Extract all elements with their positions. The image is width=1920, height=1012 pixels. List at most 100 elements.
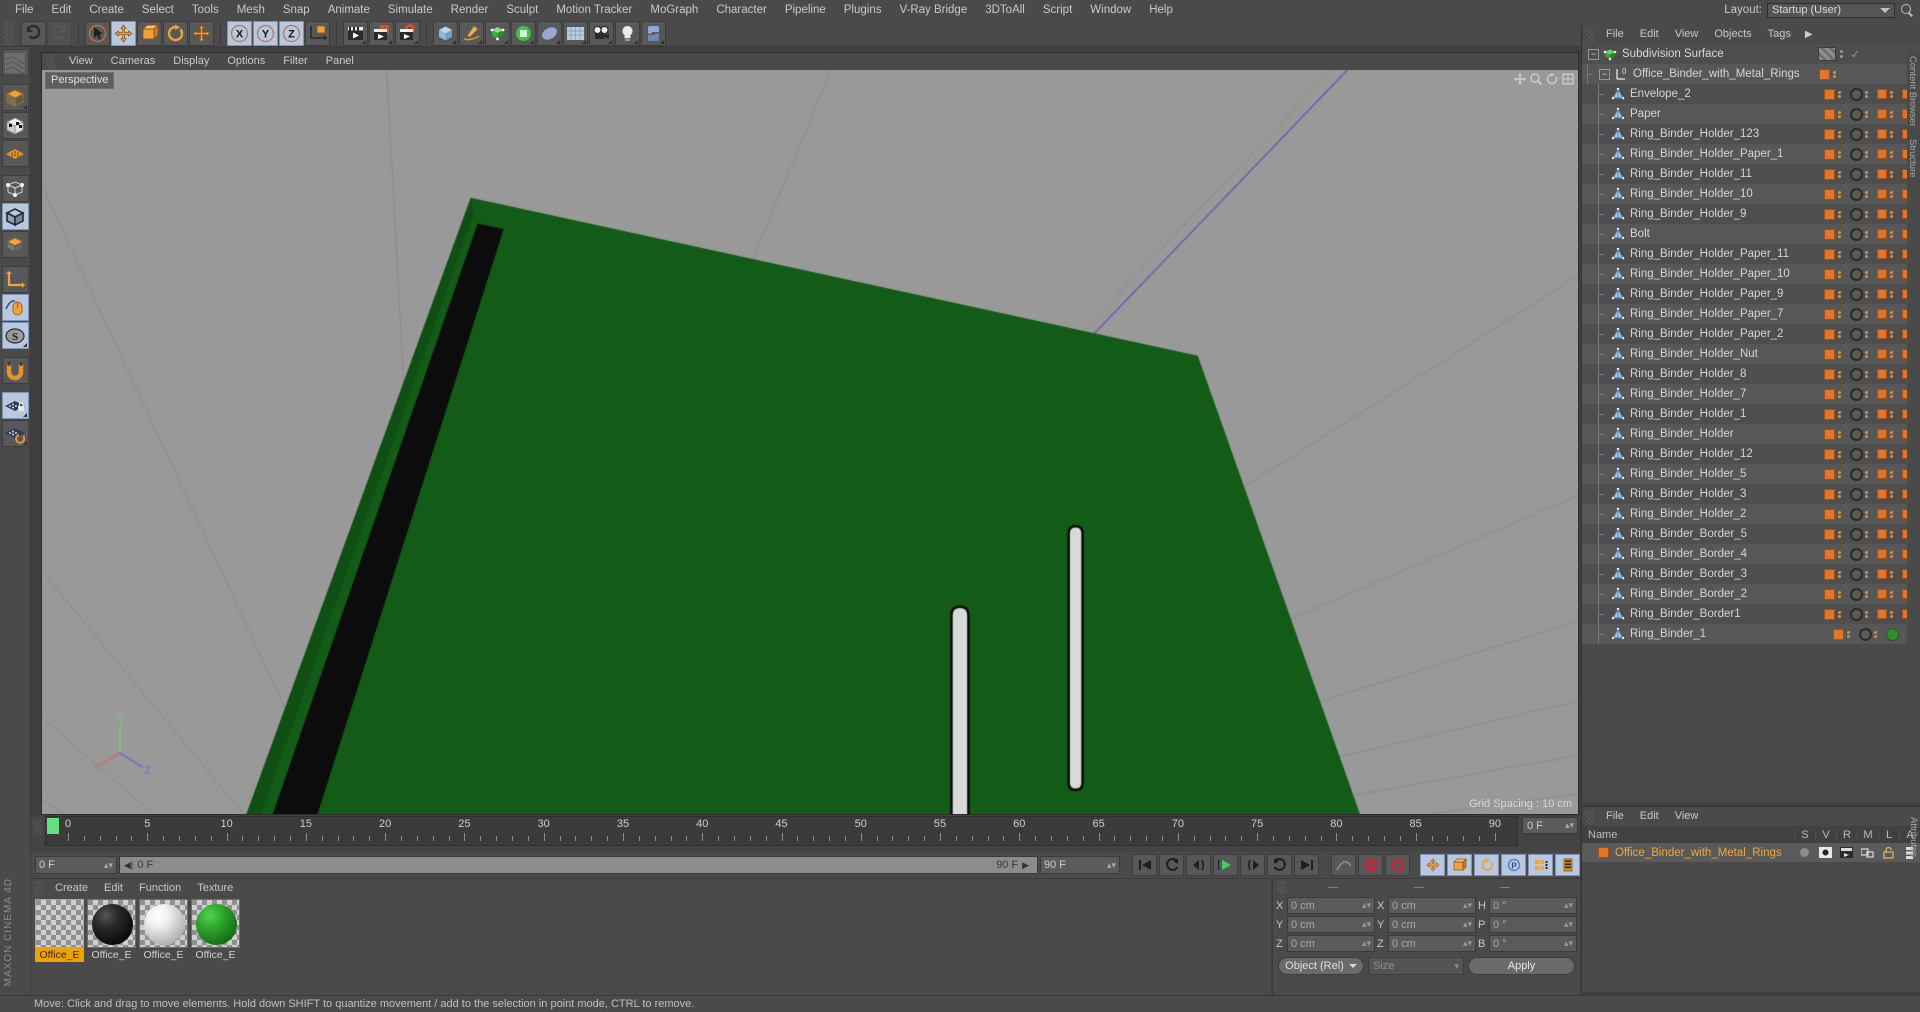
position-z-input[interactable]: 0 cm ▴▾ [1287, 935, 1375, 952]
object-row[interactable]: Ring_Binder_Holder_9 [1582, 204, 1920, 224]
material-tag-icon[interactable] [1824, 128, 1835, 140]
extra-tag-icon[interactable] [1877, 609, 1887, 619]
object-row[interactable]: Ring_Binder_Holder_5 [1582, 464, 1920, 484]
tag-dots-icon-2[interactable] [1865, 230, 1871, 238]
object-row[interactable]: Ring_Binder_Holder_7 [1582, 384, 1920, 404]
tag-dots-icon-2[interactable] [1865, 90, 1871, 98]
object-row[interactable]: − Subdivision Surface ✓ [1582, 44, 1920, 64]
object-row[interactable]: Ring_Binder_Holder_Nut [1582, 344, 1920, 364]
tag-dots-icon-3[interactable] [1890, 410, 1896, 418]
extra-tag-icon[interactable] [1877, 289, 1887, 299]
tag-dots-icon-3[interactable] [1890, 250, 1896, 258]
step-back-button[interactable] [1186, 854, 1211, 876]
extra-tag-icon[interactable] [1877, 149, 1887, 159]
object-tags[interactable]: ✓ [1817, 44, 1920, 64]
visibility-dots-icon[interactable] [1839, 50, 1846, 58]
selection-ring-icon[interactable] [1850, 527, 1863, 541]
previous-keyframe-button[interactable] [1159, 854, 1184, 876]
play-button[interactable] [1213, 854, 1238, 876]
tag-dots-icon-2[interactable] [1865, 490, 1871, 498]
redo-button[interactable] [47, 20, 72, 46]
tag-dots-icon[interactable] [1838, 470, 1844, 478]
next-keyframe-button[interactable] [1267, 854, 1292, 876]
tag-dots-icon-2[interactable] [1865, 170, 1871, 178]
object-row[interactable]: Ring_Binder_Holder_11 [1582, 164, 1920, 184]
tag-dots-icon[interactable] [1838, 310, 1844, 318]
extra-tag-icon[interactable] [1877, 169, 1887, 179]
tag-dots-icon-2[interactable] [1865, 270, 1871, 278]
lock-y-axis-button[interactable]: Y [253, 20, 278, 46]
object-row[interactable]: Ring_Binder_Holder_10 [1582, 184, 1920, 204]
move-duplicate-button[interactable] [189, 20, 214, 46]
menu-mesh[interactable]: Mesh [228, 0, 274, 20]
undo-view-icon-button[interactable] [1, 49, 29, 76]
tag-dots-icon-2[interactable] [1865, 210, 1871, 218]
key-pla-button[interactable] [1528, 854, 1553, 876]
extra-tag-icon[interactable] [1877, 429, 1887, 439]
object-row[interactable]: Envelope_2 [1582, 84, 1920, 104]
workplane-rotate-button[interactable] [1, 420, 29, 447]
material-tag-icon[interactable] [1824, 148, 1835, 160]
object-row[interactable]: Ring_Binder_Holder_12 [1582, 444, 1920, 464]
tag-dots-icon-3[interactable] [1890, 450, 1896, 458]
object-row[interactable]: Ring_Binder_Border_5 [1582, 524, 1920, 544]
current-frame-field[interactable]: 0 F ▴▾ [35, 856, 117, 874]
object-tags[interactable] [1824, 464, 1920, 484]
display-toggle-icon[interactable] [1817, 47, 1836, 61]
object-row[interactable]: Ring_Binder_Border_2 [1582, 584, 1920, 604]
object-tags[interactable] [1824, 184, 1920, 204]
tag-dots-icon-2[interactable] [1865, 250, 1871, 258]
model-mode-button[interactable] [1, 84, 29, 111]
selection-ring-icon[interactable] [1850, 227, 1863, 241]
go-to-end-button[interactable] [1294, 854, 1319, 876]
object-row[interactable]: Ring_Binder_1 [1582, 624, 1920, 644]
selection-ring-icon[interactable] [1859, 627, 1872, 641]
stepper-icon[interactable]: ▴▾ [1463, 900, 1472, 911]
object-row[interactable]: Ring_Binder_Holder_Paper_9 [1582, 284, 1920, 304]
object-tags[interactable] [1824, 204, 1920, 224]
stepper-icon[interactable]: ▴▾ [1362, 938, 1371, 949]
layout-select[interactable]: Startup (User) [1767, 2, 1895, 18]
add-light-button[interactable] [615, 20, 640, 46]
position-x-input[interactable]: 0 cm ▴▾ [1287, 897, 1375, 914]
material-item[interactable]: Office_E [191, 899, 240, 998]
material-tag-icon[interactable] [1824, 348, 1835, 360]
tag-dots-icon-3[interactable] [1890, 610, 1896, 618]
extra-tag-icon[interactable] [1877, 469, 1887, 479]
render-settings-button[interactable] [395, 20, 420, 46]
side-tab-attributes[interactable]: Attributes [1908, 811, 1919, 863]
selection-ring-icon[interactable] [1850, 327, 1863, 341]
extra-tag-icon[interactable] [1877, 269, 1887, 279]
material-tag-icon[interactable] [1824, 288, 1835, 300]
selection-ring-icon[interactable] [1850, 347, 1863, 361]
object-row[interactable]: Ring_Binder_Holder_Paper_1 [1582, 144, 1920, 164]
tag-dots-icon[interactable] [1838, 350, 1844, 358]
side-tab-content-browser[interactable]: Content Browser [1907, 50, 1918, 133]
coordinate-mode-dropdown[interactable]: Object (Rel) [1278, 957, 1364, 975]
tag-dots-icon[interactable] [1847, 630, 1853, 638]
tag-dots-icon[interactable] [1838, 490, 1844, 498]
add-generator-button[interactable] [485, 20, 510, 46]
panel-grip[interactable] [34, 881, 43, 895]
object-row[interactable]: Ring_Binder_Holder_Paper_2 [1582, 324, 1920, 344]
timeline-grip[interactable] [33, 819, 42, 835]
layer-manager-toggle[interactable] [1857, 847, 1878, 858]
tag-dots-icon-2[interactable] [1865, 470, 1871, 478]
selection-ring-icon[interactable] [1850, 267, 1863, 281]
autokeying-button[interactable]: ? [1385, 854, 1410, 876]
tag-dots-icon-3[interactable] [1890, 390, 1896, 398]
extra-tag-icon[interactable] [1877, 529, 1887, 539]
object-tags[interactable] [1824, 564, 1920, 584]
soft-selection-button[interactable]: S [1, 322, 29, 349]
tag-dots-icon[interactable] [1838, 150, 1844, 158]
selection-ring-icon[interactable] [1850, 287, 1863, 301]
key-parameter-button[interactable]: P [1501, 854, 1526, 876]
position-y-input[interactable]: 0 cm ▴▾ [1287, 916, 1375, 933]
stepper-icon[interactable]: ▴▾ [1564, 919, 1573, 930]
stepper-icon[interactable]: ▴▾ [1463, 938, 1472, 949]
layer-row[interactable]: Office_Binder_with_Metal_Rings [1582, 843, 1920, 862]
animation-range-strip[interactable]: ◀| 0 F 90 F ▶ [119, 856, 1038, 874]
tag-dots-icon-3[interactable] [1890, 330, 1896, 338]
tag-dots-icon[interactable] [1838, 590, 1844, 598]
object-tags[interactable] [1824, 264, 1920, 284]
